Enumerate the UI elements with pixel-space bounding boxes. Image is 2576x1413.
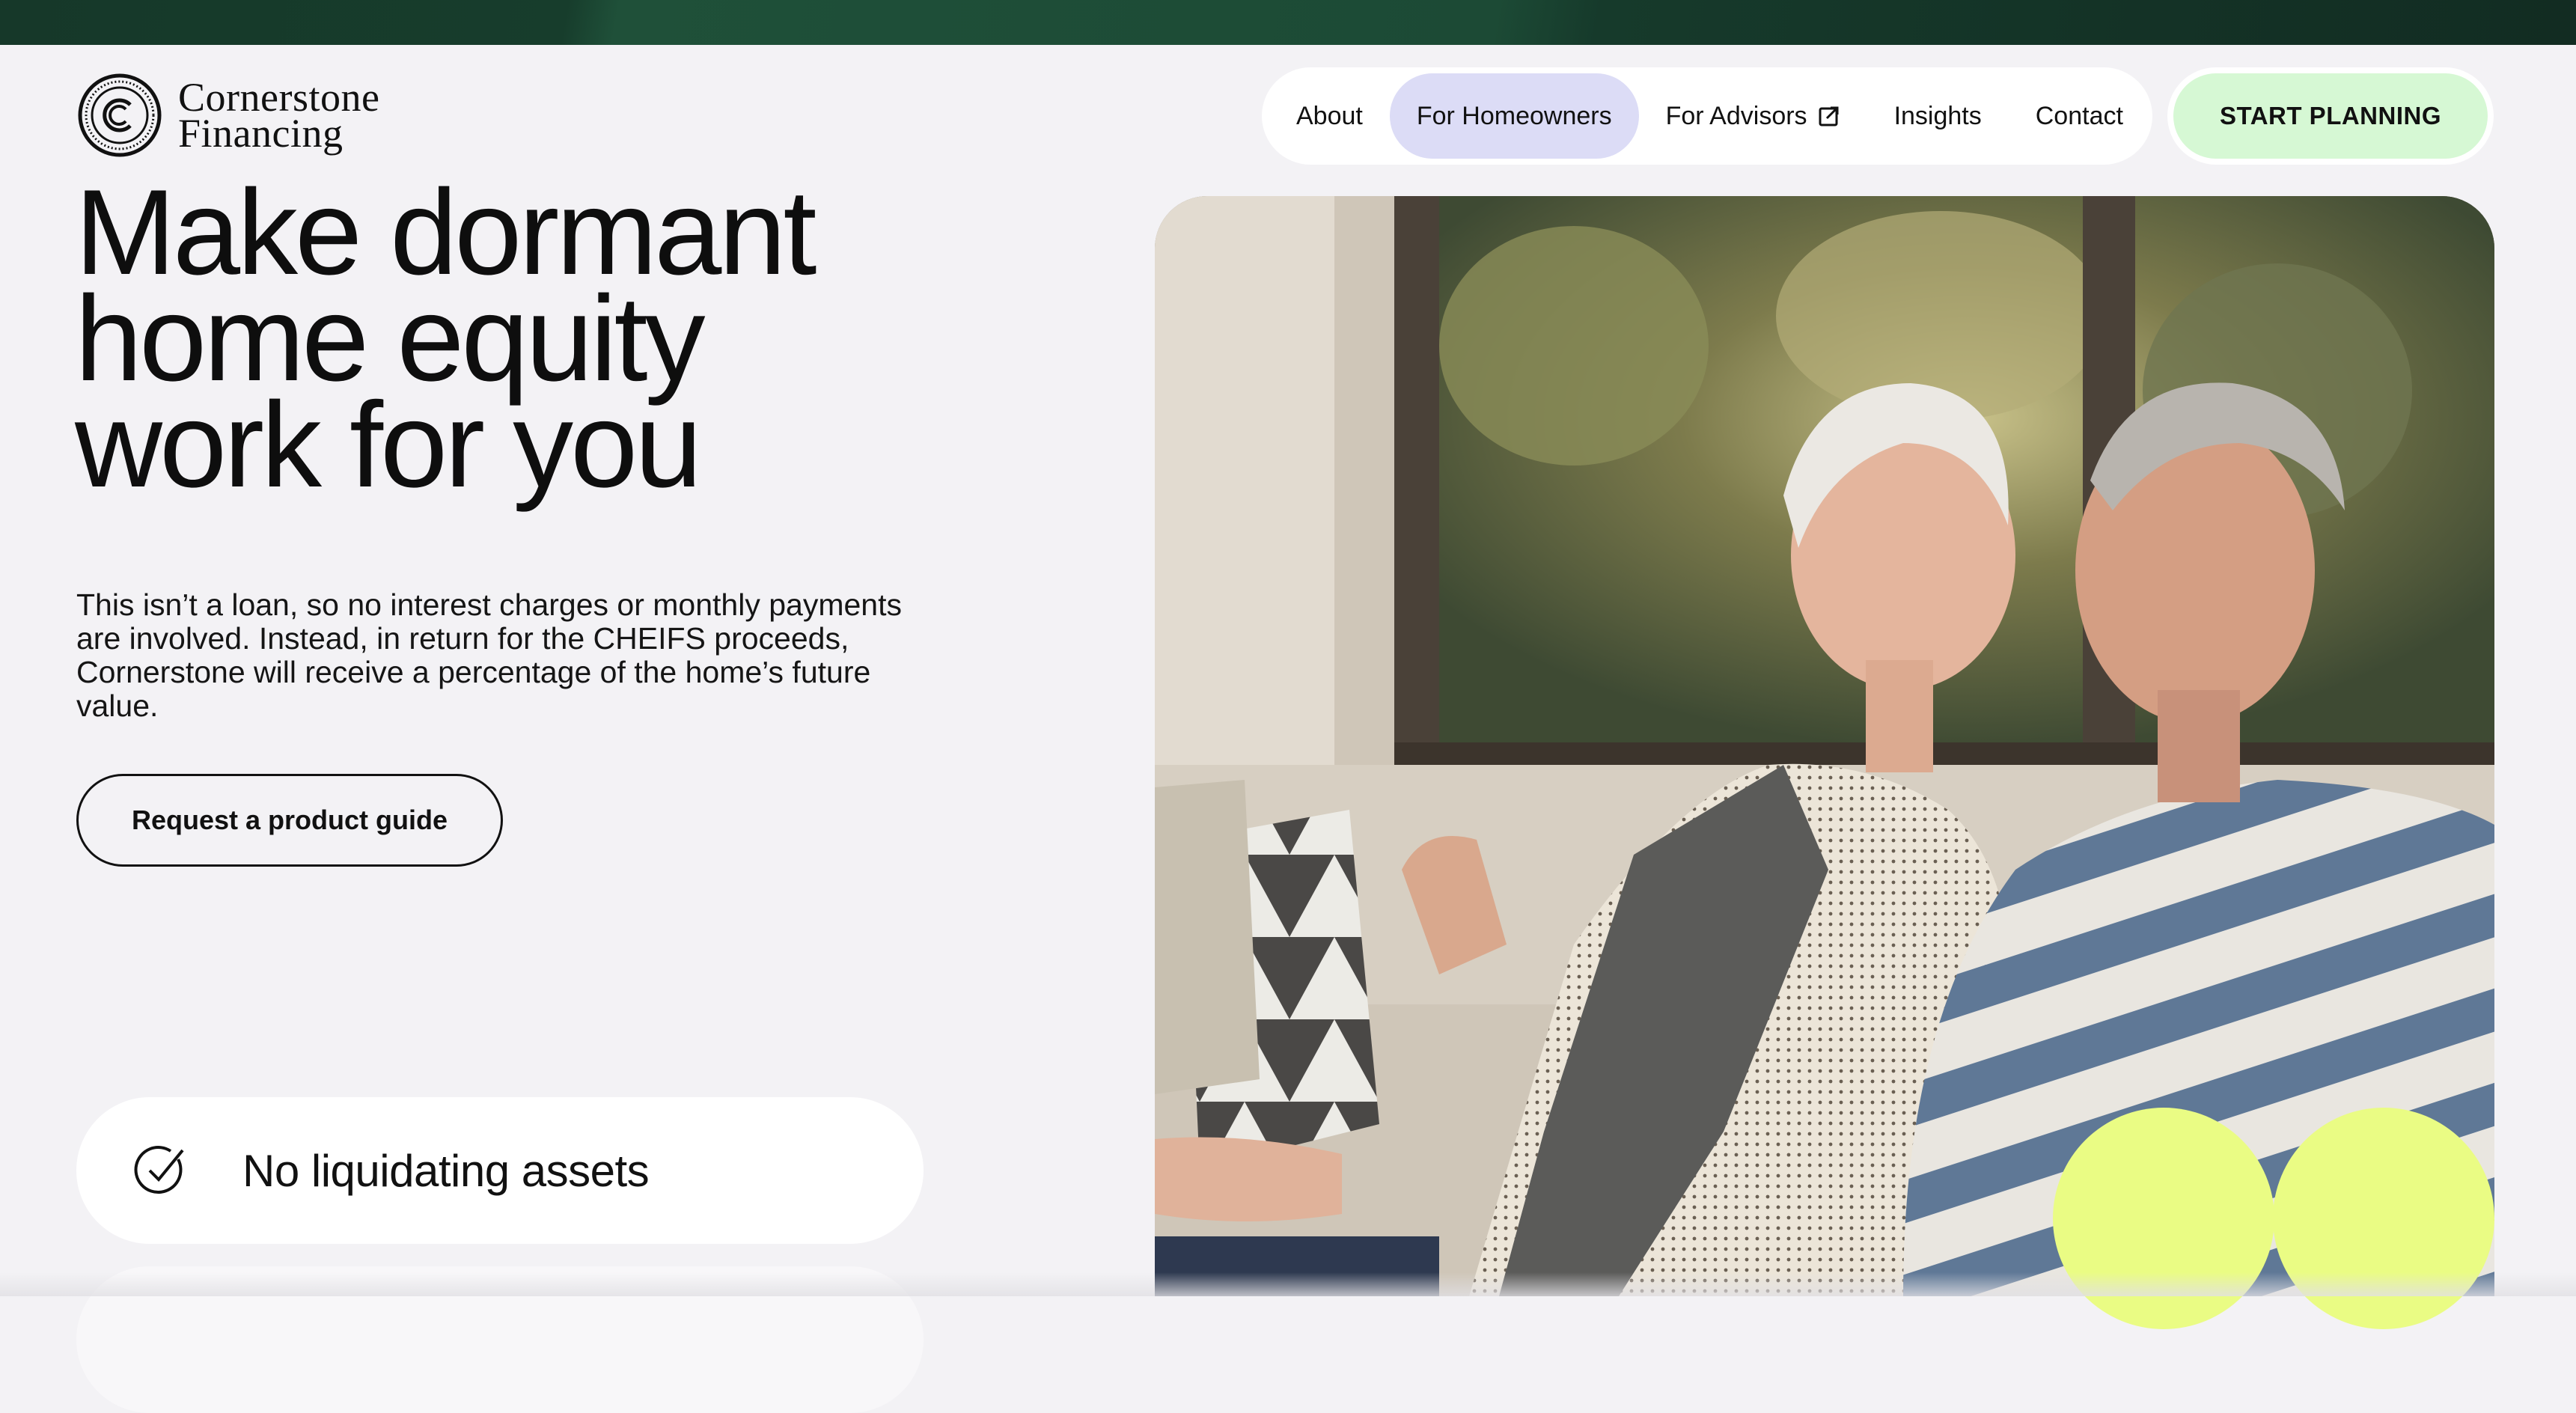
nav-label-insights: Insights bbox=[1893, 101, 1982, 130]
top-banner-bar bbox=[0, 0, 2576, 45]
external-link-icon bbox=[1819, 106, 1839, 126]
request-product-guide-button[interactable]: Request a product guide bbox=[76, 774, 503, 867]
headline-line-2: home equity bbox=[75, 271, 706, 406]
nav-label-for-homeowners: For Homeowners bbox=[1416, 101, 1612, 130]
nav-label-contact: Contact bbox=[2035, 101, 2123, 130]
feature-card: No liquidating assets bbox=[76, 1097, 924, 1244]
brand-wordmark: Cornerstone Financing bbox=[178, 75, 380, 156]
check-circle-icon bbox=[134, 1146, 184, 1194]
nav-label-for-advisors: For Advisors bbox=[1665, 101, 1807, 130]
nav-item-for-advisors[interactable]: For Advisors bbox=[1639, 73, 1867, 159]
nav-item-about[interactable]: About bbox=[1269, 73, 1390, 159]
hero-description: This isn’t a loan, so no interest charge… bbox=[76, 588, 902, 723]
older-couple-on-sofa-photo bbox=[1155, 196, 2494, 1296]
nav-item-insights[interactable]: Insights bbox=[1867, 73, 2009, 159]
brand-name-line2: Financing bbox=[178, 111, 344, 156]
coin-logo-icon bbox=[78, 73, 162, 157]
brand-name-line1: Cornerstone bbox=[178, 75, 380, 120]
feature-label: No liquidating assets bbox=[242, 1145, 650, 1196]
start-planning-wrapper: START PLANNING bbox=[2167, 67, 2494, 165]
bottom-shadow bbox=[0, 1272, 2576, 1296]
nav-label-about: About bbox=[1296, 101, 1363, 130]
main-nav: About For Homeowners For Advisors Insigh… bbox=[1262, 67, 2152, 165]
start-planning-button[interactable]: START PLANNING bbox=[2173, 73, 2488, 159]
hero-photo-illustration bbox=[1155, 196, 2494, 1296]
nav-item-for-homeowners[interactable]: For Homeowners bbox=[1389, 73, 1639, 159]
headline-line-1: Make dormant bbox=[75, 165, 817, 300]
brand-logo[interactable]: Cornerstone Financing bbox=[78, 73, 379, 157]
nav-item-contact[interactable]: Contact bbox=[2009, 73, 2150, 159]
headline-line-3: work for you bbox=[75, 377, 702, 513]
hero-headline: Make dormant home equity work for you bbox=[75, 165, 817, 513]
